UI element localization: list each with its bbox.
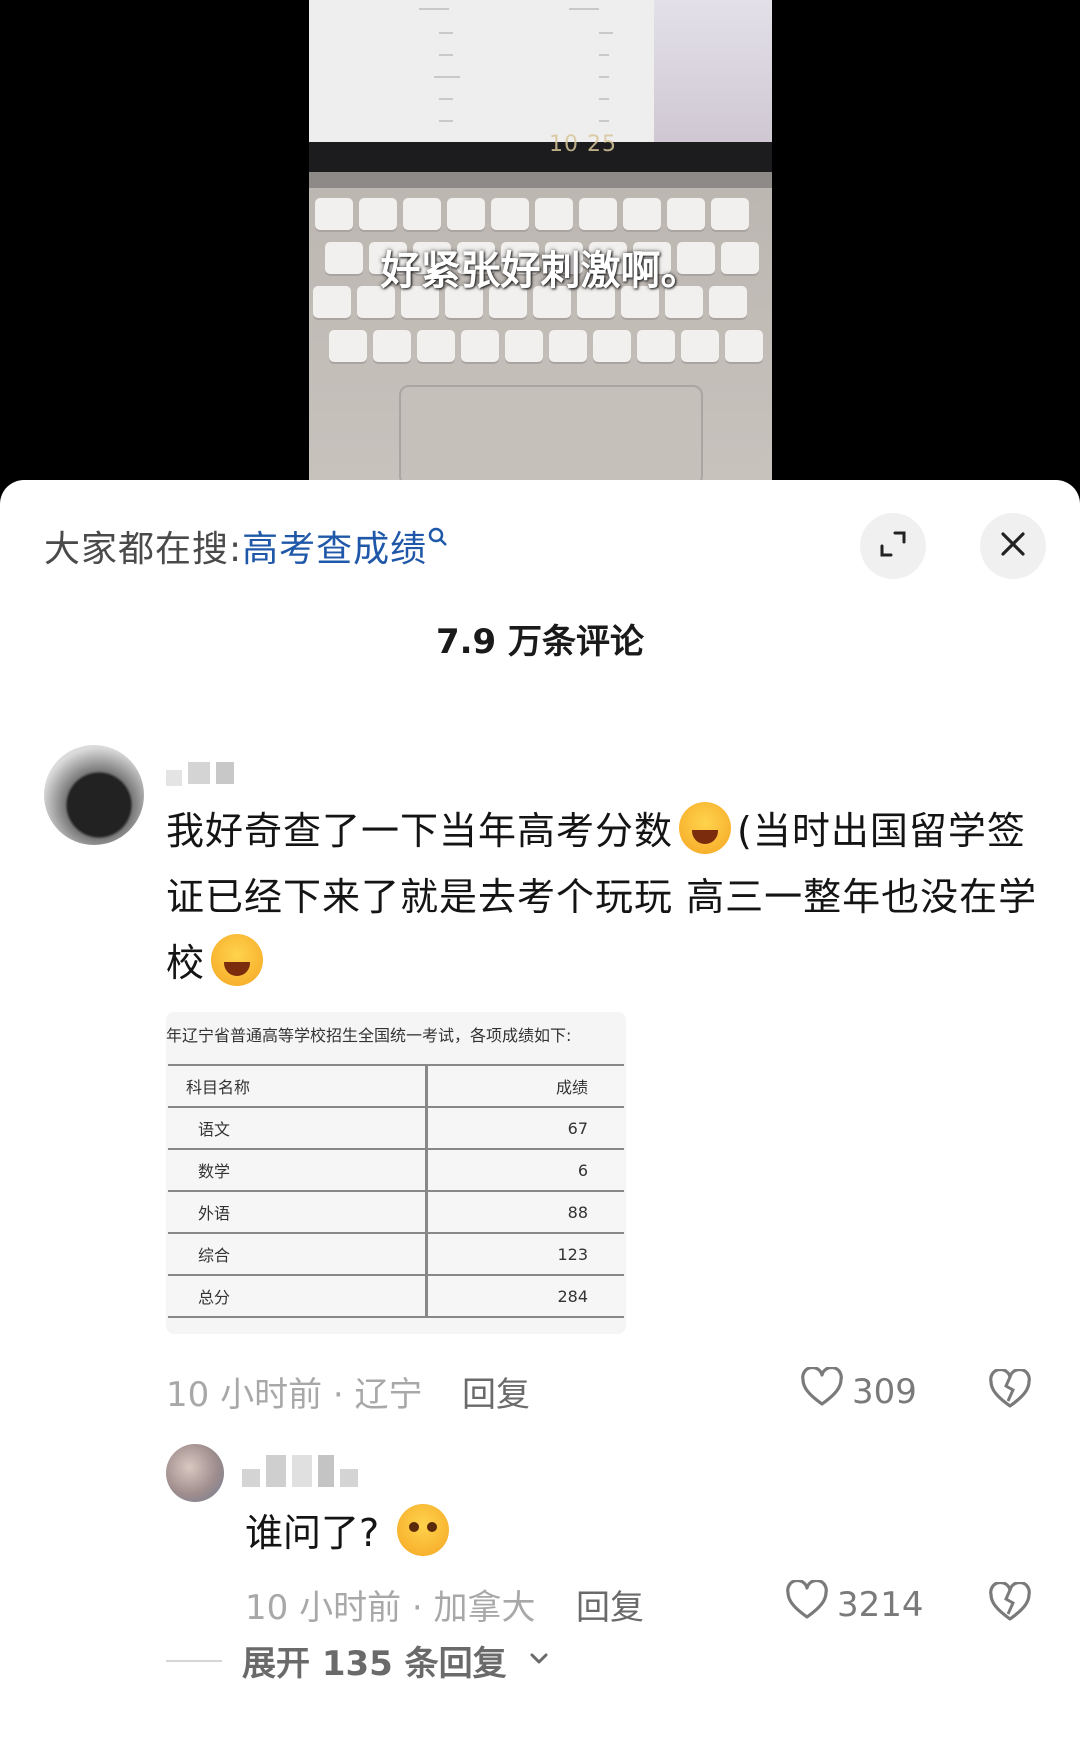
laptop-hinge <box>309 172 772 188</box>
table-header-score: 成绩 <box>426 1064 624 1108</box>
reply-username-blurred[interactable] <box>242 1455 358 1487</box>
reply-like-count: 3214 <box>837 1584 924 1625</box>
expand-replies-button[interactable]: 展开 135 条回复 <box>166 1636 551 1685</box>
trackpad <box>399 385 703 482</box>
reply-like-button[interactable]: 3214 <box>785 1578 924 1629</box>
expand-button[interactable] <box>860 513 926 579</box>
score-cell: 88 <box>426 1190 624 1234</box>
shocked-emoji <box>397 1504 450 1556</box>
close-icon <box>998 529 1028 563</box>
table-row: 综合 123 <box>168 1232 624 1276</box>
score-cell: 67 <box>426 1106 624 1150</box>
reply-reply-button[interactable]: 回复 <box>576 1580 644 1629</box>
screen-background <box>654 0 772 142</box>
table-header-row: 科目名称 成绩 <box>168 1064 624 1108</box>
score-cell: 6 <box>426 1148 624 1192</box>
score-table: 科目名称 成绩 语文 67 数学 6 外语 88 综合 123 总分 284 <box>168 1064 624 1318</box>
username-blurred[interactable] <box>166 762 234 786</box>
table-row: 数学 6 <box>168 1148 624 1192</box>
subject-cell: 综合 <box>168 1232 428 1276</box>
dislike-button[interactable] <box>988 1367 1032 1413</box>
reply-meta: 10 小时前 · 加拿大 <box>245 1588 536 1628</box>
comments-count: 7.9 万条评论 <box>435 622 645 662</box>
comment-sheet: 大家都在搜:高考查成绩 7.9 万条评论 我好奇查了一下当年高考分数 (当时出国留… <box>0 480 1080 1740</box>
image-title: 年辽宁省普通高等学校招生全国统一考试，各项成绩如下: <box>166 1026 572 1045</box>
laughing-tears-emoji <box>679 802 732 854</box>
heart-icon <box>785 1578 829 1629</box>
table-row: 总分 284 <box>168 1274 624 1318</box>
screen-document <box>309 0 654 142</box>
reply-dislike-button[interactable] <box>988 1580 1032 1626</box>
comment-body: 我好奇查了一下当年高考分数 (当时出国留学签证已经下来了就是去考个玩玩 高三一整年… <box>166 798 1046 996</box>
close-button[interactable] <box>980 513 1046 579</box>
table-header-subject: 科目名称 <box>168 1064 428 1108</box>
trending-search[interactable]: 大家都在搜:高考查成绩 <box>44 520 449 572</box>
subject-cell: 外语 <box>168 1190 428 1234</box>
chevron-down-icon <box>527 1647 551 1675</box>
table-row: 语文 67 <box>168 1106 624 1150</box>
search-term-link[interactable]: 高考查成绩 <box>242 529 427 570</box>
expand-icon <box>878 529 908 563</box>
reply-body: 谁问了? <box>245 1502 450 1557</box>
score-cell: 123 <box>426 1232 624 1276</box>
laughing-tears-emoji <box>211 934 264 986</box>
comment-text-part1: 我好奇查了一下当年高考分数 <box>166 809 674 853</box>
score-cell: 284 <box>426 1274 624 1318</box>
reply-avatar[interactable] <box>166 1444 224 1502</box>
broken-heart-icon <box>988 1580 1032 1626</box>
broken-heart-icon <box>988 1367 1032 1413</box>
expand-replies-label: 展开 135 条回复 <box>242 1644 507 1684</box>
heart-icon <box>800 1365 844 1416</box>
subject-cell: 数学 <box>168 1148 428 1192</box>
comment-meta: 10 小时前 · 辽宁 <box>166 1375 423 1415</box>
comment-image[interactable]: 年辽宁省普通高等学校招生全国统一考试，各项成绩如下: 科目名称 成绩 语文 67… <box>166 1012 626 1334</box>
taskbar <box>309 142 772 172</box>
laptop-screen <box>309 0 772 150</box>
screen-timestamp: 10 25 <box>549 132 617 157</box>
like-count: 309 <box>852 1371 917 1412</box>
search-prefix-label: 大家都在搜: <box>44 529 243 570</box>
search-icon <box>427 526 449 553</box>
divider-dash <box>166 1659 222 1662</box>
video-subtitle: 好紧张好刺激啊。 <box>380 248 701 294</box>
subject-cell: 总分 <box>168 1274 428 1318</box>
like-button[interactable]: 309 <box>800 1365 917 1416</box>
reply-text: 谁问了? <box>245 1511 380 1555</box>
table-row: 外语 88 <box>168 1190 624 1234</box>
reply-button[interactable]: 回复 <box>462 1367 530 1416</box>
avatar[interactable] <box>44 745 144 845</box>
subject-cell: 语文 <box>168 1106 428 1150</box>
